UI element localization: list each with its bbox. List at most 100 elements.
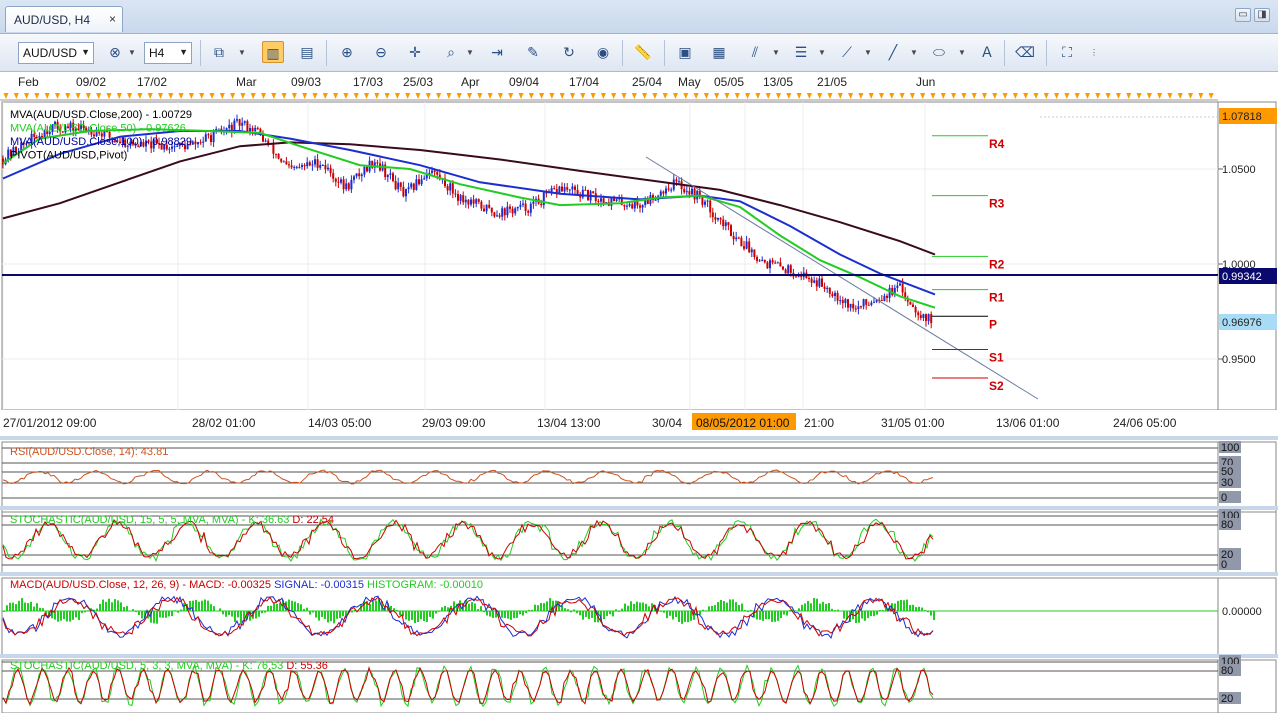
candle-body — [566, 187, 569, 190]
candle-body — [826, 287, 829, 290]
compare-symbol-icon[interactable]: ⊗ — [104, 41, 126, 63]
symbol-select[interactable]: AUD/USD ▼ — [18, 42, 94, 64]
candle-body — [457, 194, 459, 201]
histogram-bar — [672, 611, 674, 620]
close-tab-icon[interactable]: × — [109, 12, 116, 26]
chart-tab[interactable]: AUD/USD, H4 × — [5, 6, 123, 32]
candle-body — [800, 276, 803, 278]
fibonacci-icon[interactable]: ⫽ — [744, 41, 766, 63]
histogram-bar — [798, 608, 800, 611]
crosshair-pointer-icon[interactable]: ✛ — [404, 41, 426, 63]
trend-tools-icon[interactable]: ⟋ — [836, 41, 858, 63]
candle-body — [480, 201, 483, 209]
pivot-label-r3: R3 — [989, 197, 1005, 211]
histogram-bar — [228, 611, 230, 615]
price-pane[interactable]: R4 R3 R2 R1 P S1 S2 MVA(AUD/USD.Close,200) - 1… — [1, 101, 1277, 411]
chevron-down-icon[interactable]: ▼ — [910, 48, 918, 57]
candle-body — [782, 266, 784, 270]
candle-body — [191, 141, 194, 145]
histogram-bar — [171, 611, 173, 617]
stochastic-15-pane[interactable]: 10080200STOCHASTIC(AUD/USD, 15, 5, 5, MV… — [0, 506, 1278, 575]
candle-body — [415, 179, 418, 190]
top-axis-label: Feb — [18, 75, 39, 89]
data-window-icon[interactable]: ▤ — [296, 41, 318, 63]
candle-body — [685, 191, 688, 193]
candle-body — [303, 165, 306, 167]
template-icon[interactable]: ▦ — [708, 41, 730, 63]
candle-body — [301, 165, 303, 167]
candle-body — [285, 161, 288, 165]
timeframe-select[interactable]: H4 ▼ — [144, 42, 192, 64]
histogram-bar — [318, 611, 320, 621]
chevron-down-icon[interactable]: ▼ — [466, 48, 474, 57]
chevron-down-icon[interactable]: ▼ — [128, 48, 136, 57]
horizontal-lines-icon[interactable]: ☰ — [790, 41, 812, 63]
top-axis-label: 09/02 — [76, 75, 106, 89]
histogram-bar — [726, 602, 728, 611]
text-tool-icon[interactable]: Ａ — [976, 41, 998, 63]
histogram-bar — [9, 602, 11, 611]
candle-body — [340, 179, 342, 183]
chart-type-icon[interactable]: ⧉ — [208, 41, 230, 63]
edit-properties-icon[interactable]: ✎ — [522, 41, 544, 63]
chart-area[interactable]: Feb 09/02 17/02 Mar 09/03 17/03 25/03 Apr 09/04 1… — [0, 72, 1278, 713]
candle-body — [834, 292, 836, 297]
candle-body — [529, 203, 532, 213]
candle-body — [808, 278, 810, 280]
macd-pane[interactable]: 0.00000 MACD(AUD/USD.Close, 12, 26, 9) - … — [0, 572, 1278, 657]
histogram-bar — [780, 611, 782, 619]
pane-splitter[interactable] — [0, 654, 1278, 658]
ellipse-tool-icon[interactable]: ⬭ — [928, 41, 950, 63]
pivot-label-r4: R4 — [989, 137, 1005, 151]
chart-canvas[interactable]: Feb 09/02 17/02 Mar 09/03 17/03 25/03 Apr 09/04 1… — [0, 72, 1278, 713]
maximize-window-icon[interactable]: ◨ — [1254, 8, 1270, 22]
histogram-bar — [720, 599, 722, 611]
candle-body — [795, 276, 797, 278]
histogram-bar — [921, 607, 923, 611]
candlestick-chart-icon[interactable]: ▥ — [262, 41, 284, 63]
restore-window-icon[interactable]: ▭ — [1235, 8, 1251, 22]
chevron-down-icon[interactable]: ▼ — [958, 48, 966, 57]
ruler-icon[interactable]: 📏 — [632, 41, 654, 63]
zoom-out-icon[interactable]: ⊖ — [370, 41, 392, 63]
stochastic-5-pane[interactable]: 1008020STOCHASTIC(AUD/USD, 5, 3, 3, MVA,… — [0, 654, 1278, 713]
candle-body — [821, 278, 823, 287]
zoom-in-icon[interactable]: ⊕ — [336, 41, 358, 63]
toolbar-overflow-icon[interactable]: ⋮ — [1090, 48, 1098, 57]
candle-body — [407, 187, 410, 190]
top-axis-label: May — [678, 75, 701, 89]
candle-body — [509, 206, 511, 209]
candle-body — [316, 159, 319, 168]
level-label: 80 — [1221, 665, 1233, 677]
scroll-end-icon[interactable]: ⇥ — [486, 41, 508, 63]
histogram-bar — [804, 603, 806, 611]
candle-body — [870, 302, 873, 305]
candle-body — [678, 181, 680, 183]
histogram-bar — [714, 605, 716, 611]
histogram-bar — [630, 601, 632, 611]
chevron-down-icon[interactable]: ▼ — [772, 48, 780, 57]
zoom-area-icon[interactable]: ⌕ — [440, 41, 462, 63]
pane-splitter[interactable] — [0, 572, 1278, 576]
chevron-down-icon[interactable]: ▼ — [864, 48, 872, 57]
candle-body — [740, 237, 743, 247]
hierarchy-icon[interactable]: ⛶ — [1056, 41, 1078, 63]
histogram-bar — [60, 611, 62, 621]
histogram-bar — [732, 599, 734, 611]
candle-body — [353, 176, 355, 180]
histogram-bar — [135, 611, 137, 613]
pane-splitter[interactable] — [0, 506, 1278, 510]
candle-body — [254, 127, 257, 132]
candle-body — [623, 204, 626, 207]
globe-icon[interactable]: ◉ — [592, 41, 614, 63]
rsi-pane[interactable]: 1007050300RSI(AUD/USD.Close, 14): 43.81 — [0, 436, 1278, 519]
line-tool-icon[interactable]: ╱ — [882, 41, 904, 63]
candle-body — [769, 260, 771, 269]
refresh-icon[interactable]: ↻ — [558, 41, 580, 63]
level-label: 100 — [1221, 442, 1239, 454]
chevron-down-icon[interactable]: ▼ — [238, 48, 246, 57]
pane-splitter[interactable] — [0, 436, 1278, 440]
eraser-icon[interactable]: ⌫ — [1014, 41, 1036, 63]
chevron-down-icon[interactable]: ▼ — [818, 48, 826, 57]
picture-icon[interactable]: ▣ — [674, 41, 696, 63]
